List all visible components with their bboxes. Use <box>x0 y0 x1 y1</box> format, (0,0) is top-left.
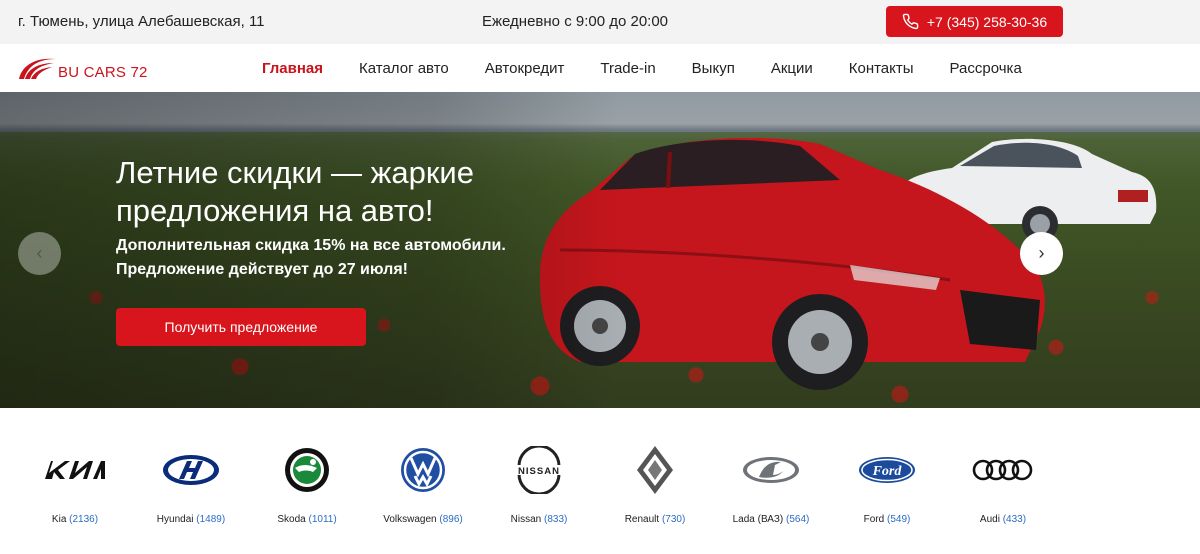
site-logo[interactable]: BU CARS 72 <box>16 50 156 86</box>
hero-title: Летние скидки — жаркие предложения на ав… <box>116 154 596 230</box>
hero-subtitle: Дополнительная скидка 15% на все автомоб… <box>116 234 596 282</box>
lada-logo-icon <box>743 457 799 483</box>
brand-name: Skoda <box>277 514 306 525</box>
nav-item-buyout[interactable]: Выкуп <box>692 60 735 77</box>
brand-name: Ford <box>863 514 885 525</box>
slider-prev-button[interactable]: ‹ <box>18 232 61 275</box>
brand-list: Kia (2136) Hyundai (1489) Skoda (1011) V… <box>0 408 1200 554</box>
logo-swoosh-icon <box>19 58 56 79</box>
skoda-logo-icon <box>285 448 329 492</box>
brand-count: (433) <box>1002 514 1027 525</box>
hero-subtitle-line-2: Предложение действует до 27 июля! <box>116 261 408 278</box>
svg-text:Ford: Ford <box>872 464 903 479</box>
kia-logo-icon <box>45 461 105 479</box>
top-bar: г. Тюмень, улица Алебашевская, 11 Ежедне… <box>0 0 1200 44</box>
brand-name: Audi <box>979 514 1000 525</box>
svg-text:NISSAN: NISSAN <box>518 466 560 477</box>
brand-name: Renault <box>624 514 660 525</box>
volkswagen-logo-icon <box>401 448 445 492</box>
nav-item-trade-in[interactable]: Trade-in <box>600 60 655 77</box>
nav-item-home[interactable]: Главная <box>262 60 323 77</box>
ford-logo-icon: Ford <box>859 457 915 483</box>
brand-count: (1011) <box>308 514 337 525</box>
brand-name: Lada (ВАЗ) <box>732 514 784 525</box>
nissan-logo-icon: NISSAN <box>513 446 565 494</box>
chevron-left-icon: ‹ <box>36 243 43 263</box>
brand-item-volkswagen[interactable]: Volkswagen (896) <box>363 440 483 540</box>
main-nav: Главная Каталог авто Автокредит Trade-in… <box>262 60 1022 77</box>
logo-text: BU CARS 72 <box>58 63 148 81</box>
brand-count: (564) <box>786 514 810 525</box>
brand-item-renault[interactable]: Renault (730) <box>595 440 715 540</box>
audi-logo-icon <box>972 459 1033 481</box>
brand-item-kia[interactable]: Kia (2136) <box>15 440 135 540</box>
nav-item-catalog[interactable]: Каталог авто <box>359 60 449 77</box>
hero-banner: Летние скидки — жаркие предложения на ав… <box>0 92 1200 408</box>
hyundai-logo-icon <box>163 455 219 485</box>
brand-name: Kia <box>51 514 67 525</box>
brand-item-skoda[interactable]: Skoda (1011) <box>247 440 367 540</box>
nav-item-contacts[interactable]: Контакты <box>849 60 914 77</box>
brand-item-ford[interactable]: Ford Ford (549) <box>827 440 947 540</box>
phone-icon <box>902 13 919 30</box>
main-header: BU CARS 72 Главная Каталог авто Автокред… <box>0 44 1200 92</box>
hero-title-line-1: Летние скидки — жаркие <box>116 155 474 190</box>
nav-item-promotions[interactable]: Акции <box>771 60 813 77</box>
phone-button[interactable]: +7 (345) 258-30-36 <box>886 6 1063 37</box>
brand-name: Volkswagen <box>383 514 437 525</box>
brand-count: (730) <box>661 514 686 525</box>
brand-count: (549) <box>886 514 911 525</box>
brand-name: Hyundai <box>156 514 194 525</box>
slider-next-button[interactable]: › <box>1020 232 1063 275</box>
brand-name: Nissan <box>510 514 542 525</box>
working-hours-text: Ежедневно с 9:00 до 20:00 <box>482 13 669 30</box>
brand-item-lada[interactable]: Lada (ВАЗ) (564) <box>711 440 831 540</box>
phone-number: +7 (345) 258-30-36 <box>926 13 1048 30</box>
brand-item-hyundai[interactable]: Hyundai (1489) <box>131 440 251 540</box>
brand-item-nissan[interactable]: NISSAN Nissan (833) <box>479 440 599 540</box>
brand-count: (1489) <box>196 514 226 525</box>
brand-item-audi[interactable]: Audi (433) <box>943 440 1063 540</box>
hero-subtitle-line-1: Дополнительная скидка 15% на все автомоб… <box>116 237 506 254</box>
renault-logo-icon <box>637 446 673 494</box>
nav-item-autocredit[interactable]: Автокредит <box>485 60 565 77</box>
nav-item-installment[interactable]: Рассрочка <box>950 60 1022 77</box>
brand-count: (2136) <box>69 514 99 525</box>
address-text: г. Тюмень, улица Алебашевская, 11 <box>18 13 265 30</box>
get-offer-button[interactable]: Получить предложение <box>116 308 366 346</box>
hero-title-line-2: предложения на авто! <box>116 193 434 228</box>
chevron-right-icon: › <box>1038 243 1045 263</box>
brand-count: (833) <box>544 514 568 525</box>
brand-count: (896) <box>439 514 463 525</box>
